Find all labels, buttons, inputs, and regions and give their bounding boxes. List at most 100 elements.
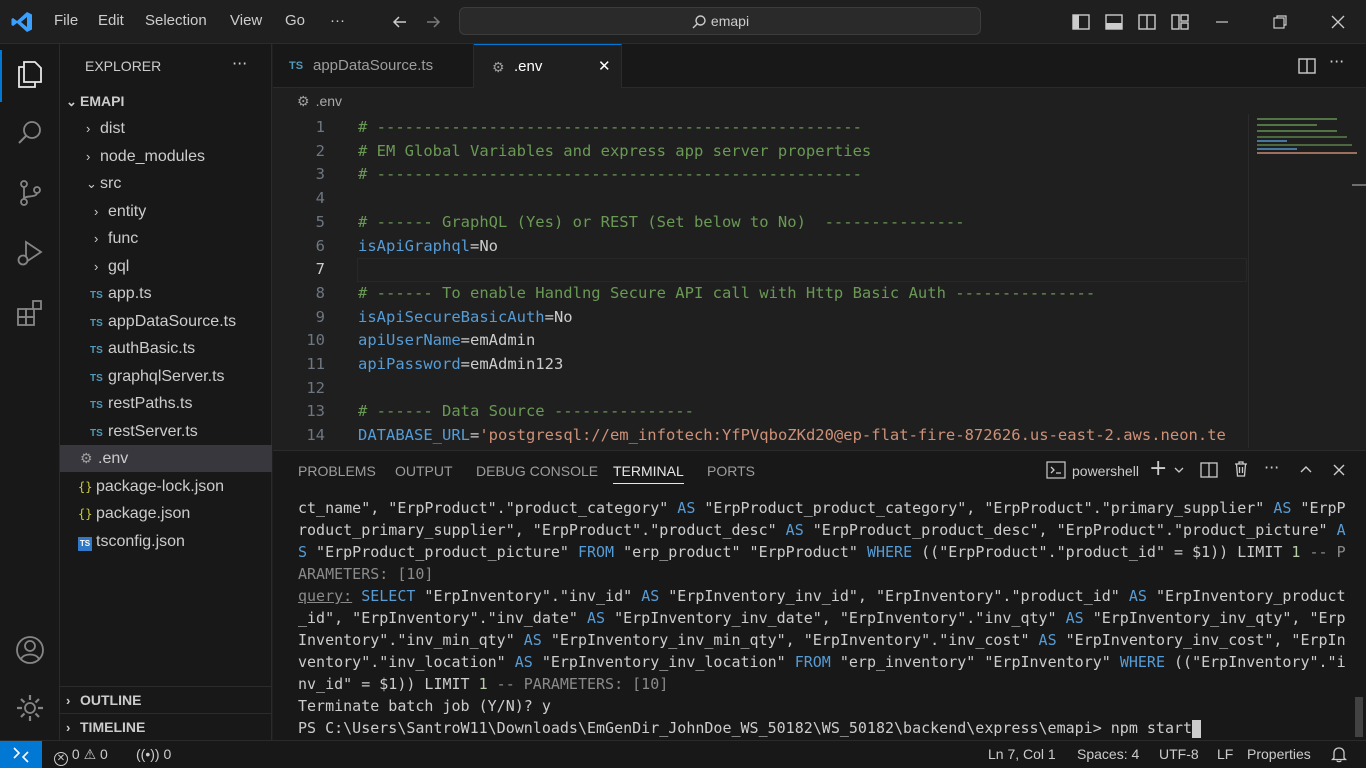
tree-folder-dist[interactable]: › dist: [60, 115, 272, 142]
tree-folder-func[interactable]: › func: [60, 225, 272, 252]
outline-section-header[interactable]: › OUTLINE: [60, 686, 272, 713]
account-icon[interactable]: [14, 634, 46, 666]
toggle-secondary-sidebar-icon[interactable]: [1137, 12, 1157, 32]
indentation-status[interactable]: Spaces: 4: [1077, 746, 1139, 762]
remote-window-icon[interactable]: [0, 741, 42, 768]
back-arrow-icon[interactable]: [390, 12, 410, 32]
manage-gear-icon[interactable]: [14, 692, 46, 724]
timeline-section-header[interactable]: › TIMELINE: [60, 713, 272, 740]
tree-folder-node-modules[interactable]: › node_modules: [60, 143, 272, 170]
menu-edit[interactable]: Edit: [98, 12, 124, 29]
menu-view[interactable]: View: [230, 12, 262, 29]
close-window-icon[interactable]: [1328, 12, 1348, 32]
tree-item-label: appDataSource.ts: [108, 313, 237, 330]
new-terminal-plus-icon[interactable]: +: [1149, 456, 1167, 481]
close-panel-icon[interactable]: [1331, 462, 1347, 478]
minimize-window-icon[interactable]: [1212, 12, 1232, 32]
tree-item-label: dist: [100, 120, 125, 137]
tree-file-restpaths-ts[interactable]: TS restPaths.ts: [60, 390, 272, 417]
code-text: DATABASE_URL='postgresql://em_infotech:Y…: [358, 423, 1226, 447]
source-control-icon[interactable]: [14, 177, 46, 209]
tree-file-appdatasource-ts[interactable]: TS appDataSource.ts: [60, 308, 272, 335]
split-editor-icon[interactable]: [1297, 56, 1317, 76]
maximize-panel-chevron-up-icon[interactable]: [1298, 462, 1314, 478]
explorer-files-icon[interactable]: [14, 58, 46, 90]
tree-root-emapi[interactable]: ⌄ EMAPI: [60, 88, 272, 115]
code-line[interactable]: 5 # ------ GraphQL (Yes) or REST (Set bel…: [273, 210, 1248, 234]
command-center-search[interactable]: emapi: [459, 7, 981, 35]
ports-status[interactable]: ((•)) 0: [136, 746, 171, 762]
tree-file-env[interactable]: ⚙ .env: [60, 445, 272, 472]
code-line[interactable]: 14 DATABASE_URL='postgresql://em_infotech…: [273, 423, 1248, 447]
tree-file-package-lock-json[interactable]: {} package-lock.json: [60, 473, 272, 500]
tree-file-tsconfig-json[interactable]: TS tsconfig.json: [60, 528, 272, 555]
customize-layout-icon[interactable]: [1170, 12, 1190, 32]
panel-tab-output[interactable]: OUTPUT: [395, 463, 453, 479]
code-line[interactable]: 6 isApiGraphql=No: [273, 234, 1248, 258]
notifications-bell-icon[interactable]: [1330, 745, 1348, 763]
tree-file-graphqlserver-ts[interactable]: TS graphqlServer.ts: [60, 363, 272, 390]
menu-selection[interactable]: Selection: [145, 12, 207, 29]
toggle-panel-icon[interactable]: [1104, 12, 1124, 32]
search-icon[interactable]: [14, 117, 46, 149]
chevron-down-icon[interactable]: [1173, 464, 1185, 476]
cursor-position[interactable]: Ln 7, Col 1: [988, 746, 1056, 762]
code-line[interactable]: 7: [273, 257, 1248, 281]
panel-tab-problems[interactable]: PROBLEMS: [298, 463, 376, 479]
tree-file-authbasic-ts[interactable]: TS authBasic.ts: [60, 335, 272, 362]
eol-status[interactable]: LF: [1217, 746, 1233, 762]
explorer-more-actions[interactable]: ···: [232, 54, 247, 73]
panel-tab-terminal[interactable]: TERMINAL: [613, 463, 684, 484]
tree-file-package-json[interactable]: {} package.json: [60, 500, 272, 527]
breadcrumb[interactable]: ⚙ .env: [297, 93, 342, 110]
split-terminal-icon[interactable]: [1200, 461, 1218, 479]
minimap[interactable]: [1248, 114, 1366, 448]
restore-window-icon[interactable]: [1270, 12, 1290, 32]
terminal-output[interactable]: ct_name", "ErpProduct"."product_category…: [298, 497, 1348, 738]
toggle-primary-sidebar-icon[interactable]: [1071, 12, 1091, 32]
close-tab-icon[interactable]: ✕: [598, 45, 611, 89]
panel-tab-ports[interactable]: PORTS: [707, 463, 755, 479]
tree-folder-entity[interactable]: › entity: [60, 198, 272, 225]
chevron-right-icon: ›: [94, 259, 99, 274]
code-line[interactable]: 2 # EM Global Variables and express app s…: [273, 139, 1248, 163]
tree-folder-src[interactable]: ⌄ src: [60, 170, 272, 197]
editor-more-actions[interactable]: ···: [1329, 52, 1344, 71]
code-line[interactable]: 12: [273, 376, 1248, 400]
forward-arrow-icon[interactable]: [423, 12, 443, 32]
encoding-status[interactable]: UTF-8: [1159, 746, 1199, 762]
extensions-icon[interactable]: [14, 297, 46, 329]
terminal-scrollbar[interactable]: [1355, 697, 1363, 737]
terminal-line: _id", "ErpInventory"."inv_date" AS "ErpI…: [298, 607, 1348, 629]
tree-file-restserver-ts[interactable]: TS restServer.ts: [60, 418, 272, 445]
code-line[interactable]: 8 # ------ To enable Handlng Secure API c…: [273, 281, 1248, 305]
code-line[interactable]: 4: [273, 186, 1248, 210]
menu-more[interactable]: ···: [330, 12, 345, 29]
panel-tab-debug-console[interactable]: DEBUG CONSOLE: [476, 463, 598, 479]
panel-more-actions[interactable]: ···: [1264, 458, 1279, 477]
run-debug-icon[interactable]: [14, 237, 46, 269]
code-line[interactable]: 10 apiUserName=emAdmin: [273, 328, 1248, 352]
menu-file[interactable]: File: [54, 12, 78, 29]
terminal-shell-name[interactable]: powershell: [1072, 463, 1139, 479]
code-line[interactable]: 13 # ------ Data Source ---------------: [273, 399, 1248, 423]
code-line[interactable]: 3 # -------------------------------------…: [273, 162, 1248, 186]
code-line[interactable]: 1 # -------------------------------------…: [273, 115, 1248, 139]
code-editor[interactable]: 1 # -------------------------------------…: [273, 114, 1248, 448]
terminal-token: ARAMETERS: [10]: [298, 565, 434, 583]
code-line[interactable]: 9 isApiSecureBasicAuth=No: [273, 305, 1248, 329]
terminal-line: ventory"."inv_location" AS "ErpInventory…: [298, 651, 1348, 673]
code-line[interactable]: 11 apiPassword=emAdmin123: [273, 352, 1248, 376]
line-number: 9: [315, 307, 325, 326]
language-mode[interactable]: Properties: [1247, 746, 1311, 762]
terminal-token: WHERE: [1119, 653, 1165, 671]
problems-status[interactable]: ✕ 0 ⚠ 0: [54, 746, 108, 766]
trash-icon[interactable]: [1232, 460, 1250, 478]
menu-go[interactable]: Go: [285, 12, 305, 29]
tree-file-app-ts[interactable]: TS app.ts: [60, 280, 272, 307]
tree-folder-gql[interactable]: › gql: [60, 253, 272, 280]
chevron-down-icon: ⌄: [86, 176, 97, 191]
terminal-line: roduct_primary_supplier", "ErpProduct"."…: [298, 519, 1348, 541]
tab-appdatasource-ts[interactable]: TS appDataSource.ts: [273, 44, 474, 88]
tab-env[interactable]: ⚙ .env ✕: [474, 44, 622, 88]
